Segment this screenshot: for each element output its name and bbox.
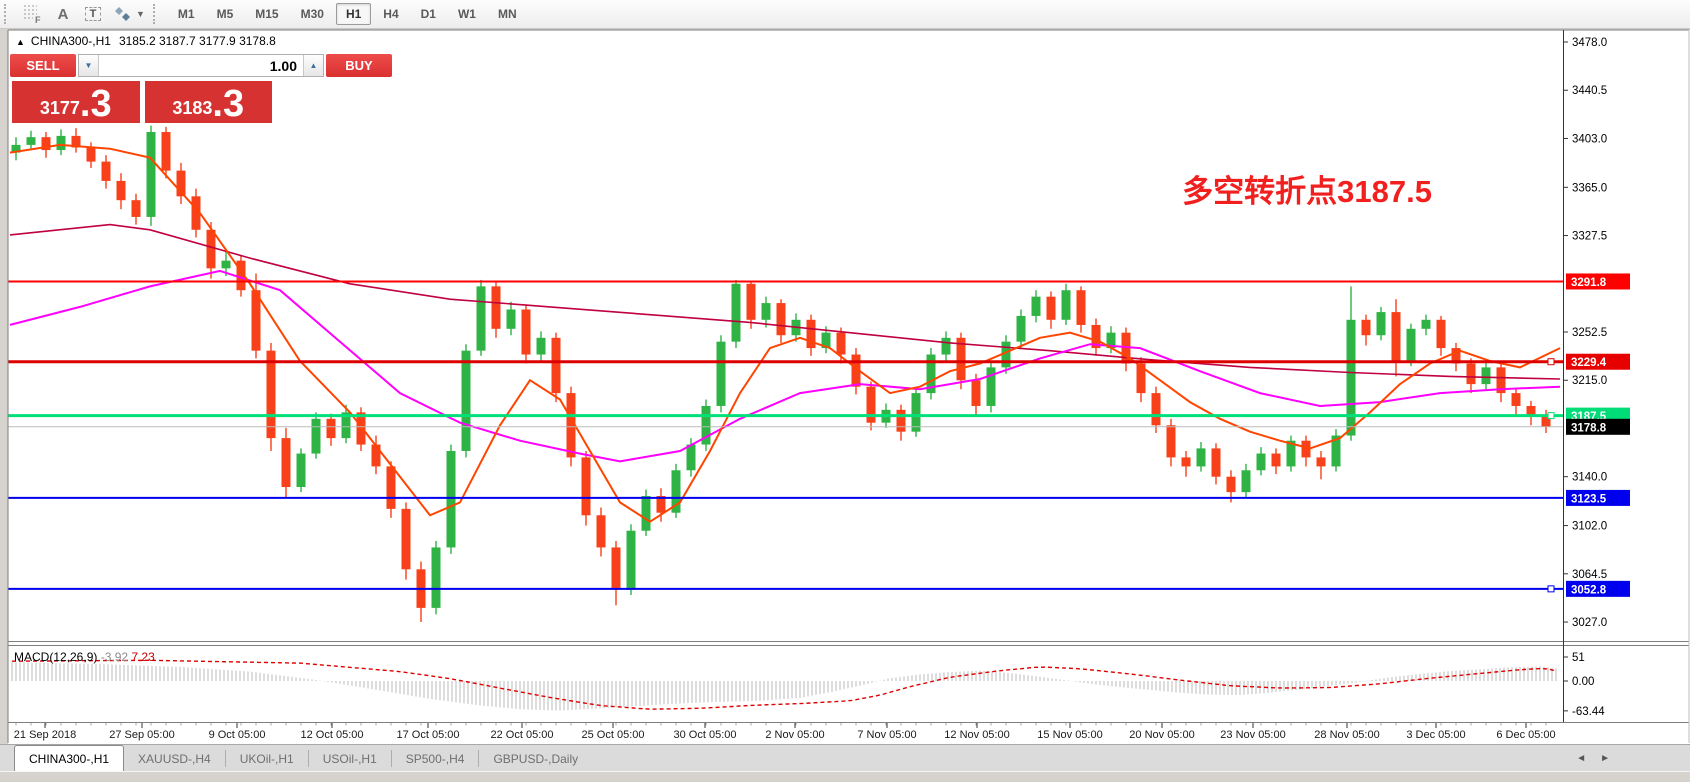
svg-text:23 Nov 05:00: 23 Nov 05:00 xyxy=(1220,729,1285,741)
svg-text:25 Oct 05:00: 25 Oct 05:00 xyxy=(582,729,645,741)
bid-price-fraction: .3 xyxy=(80,89,112,120)
chart-title-bar: ▲ CHINA300-,H1 3185.2 3187.7 3177.9 3178.8 xyxy=(16,34,276,48)
ask-price-main: 3183 xyxy=(172,99,212,117)
chart-background xyxy=(8,30,1690,744)
svg-text:30 Oct 05:00: 30 Oct 05:00 xyxy=(674,729,737,741)
chart-ohlc-values: 3185.2 3187.7 3177.9 3178.8 xyxy=(119,34,276,48)
symbol-tab-xauusd[interactable]: XAUUSD-,H4 xyxy=(124,745,225,772)
symbol-tab-usoil[interactable]: USOil-,H1 xyxy=(309,745,391,772)
tab-scroll-left-icon[interactable]: ◄ xyxy=(1576,753,1586,764)
volume-stepper: ▼ ▲ xyxy=(78,54,324,77)
svg-text:15 Nov 05:00: 15 Nov 05:00 xyxy=(1037,729,1102,741)
svg-text:12 Nov 05:00: 12 Nov 05:00 xyxy=(944,729,1009,741)
svg-text:27 Sep 05:00: 27 Sep 05:00 xyxy=(109,729,174,741)
svg-text:3229.4: 3229.4 xyxy=(1571,357,1607,369)
svg-text:3440.5: 3440.5 xyxy=(1572,85,1607,97)
buy-button[interactable]: BUY xyxy=(326,54,392,77)
svg-text:3123.5: 3123.5 xyxy=(1571,493,1607,505)
tabs-holder: CHINA300-,H1XAUUSD-,H4UKOil-,H1USOil-,H1… xyxy=(0,745,592,772)
macd-label: MACD(12,26,9) -3.92 7.23 xyxy=(14,650,155,664)
svg-text:28 Nov 05:00: 28 Nov 05:00 xyxy=(1314,729,1379,741)
svg-text:9 Oct 05:00: 9 Oct 05:00 xyxy=(209,729,266,741)
collapse-arrow-icon[interactable]: ▲ xyxy=(16,37,25,47)
sell-button[interactable]: SELL xyxy=(10,54,76,77)
svg-text:51: 51 xyxy=(1572,652,1585,664)
status-strip xyxy=(0,771,1690,782)
svg-text:0.00: 0.00 xyxy=(1572,676,1594,688)
svg-text:3327.5: 3327.5 xyxy=(1572,231,1607,243)
bid-price-main: 3177 xyxy=(40,99,80,117)
svg-text:3478.0: 3478.0 xyxy=(1572,37,1607,49)
svg-text:3140.0: 3140.0 xyxy=(1572,472,1607,484)
svg-text:3215.0: 3215.0 xyxy=(1572,375,1607,387)
svg-text:3291.8: 3291.8 xyxy=(1571,277,1607,289)
svg-text:21 Sep 2018: 21 Sep 2018 xyxy=(14,729,76,741)
svg-text:12 Oct 05:00: 12 Oct 05:00 xyxy=(301,729,364,741)
ask-price-panel[interactable]: 3183.3 xyxy=(143,79,275,125)
symbol-tab-ukoil[interactable]: UKOil-,H1 xyxy=(226,745,308,772)
ask-price-fraction: .3 xyxy=(212,89,244,120)
svg-text:20 Nov 05:00: 20 Nov 05:00 xyxy=(1129,729,1194,741)
svg-text:2 Nov 05:00: 2 Nov 05:00 xyxy=(765,729,824,741)
volume-increase-button[interactable]: ▲ xyxy=(303,55,323,76)
svg-text:3403.0: 3403.0 xyxy=(1572,133,1607,145)
svg-text:3102.0: 3102.0 xyxy=(1572,521,1607,533)
svg-text:3064.5: 3064.5 xyxy=(1572,569,1607,581)
svg-text:3252.5: 3252.5 xyxy=(1572,327,1607,339)
svg-text:-63.44: -63.44 xyxy=(1572,706,1605,718)
chart-tab-bar: CHINA300-,H1XAUUSD-,H4UKOil-,H1USOil-,H1… xyxy=(0,744,1690,772)
chart-symbol-label: CHINA300-,H1 xyxy=(31,34,111,48)
symbol-tab-gbpusd[interactable]: GBPUSD-,Daily xyxy=(479,745,592,772)
svg-text:6 Dec 05:00: 6 Dec 05:00 xyxy=(1496,729,1555,741)
tab-scroll-right-icon[interactable]: ► xyxy=(1600,753,1610,764)
volume-input[interactable] xyxy=(99,55,303,76)
svg-text:17 Oct 05:00: 17 Oct 05:00 xyxy=(397,729,460,741)
tab-scroll-arrows: ◄ ► xyxy=(1576,745,1610,772)
svg-text:3178.8: 3178.8 xyxy=(1571,422,1607,434)
svg-text:3052.8: 3052.8 xyxy=(1571,584,1607,596)
svg-text:22 Oct 05:00: 22 Oct 05:00 xyxy=(491,729,554,741)
mt4-window: F A T ▼ M1M5M15M30H1H4D1W1MN 3478.03440.… xyxy=(0,0,1690,782)
one-click-trading-panel: SELL ▼ ▲ BUY 3177.3 3183.3 xyxy=(10,54,274,125)
svg-text:7 Nov 05:00: 7 Nov 05:00 xyxy=(857,729,916,741)
volume-decrease-button[interactable]: ▼ xyxy=(79,55,99,76)
chart-text-annotation: 多空转折点3187.5 xyxy=(1150,166,1432,211)
svg-text:3 Dec 05:00: 3 Dec 05:00 xyxy=(1406,729,1465,741)
bid-price-panel[interactable]: 3177.3 xyxy=(10,79,142,125)
svg-text:3027.0: 3027.0 xyxy=(1572,617,1607,629)
svg-text:3365.0: 3365.0 xyxy=(1572,182,1607,194)
symbol-tab-china300[interactable]: CHINA300-,H1 xyxy=(14,745,124,772)
symbol-tab-sp500[interactable]: SP500-,H4 xyxy=(392,745,479,772)
